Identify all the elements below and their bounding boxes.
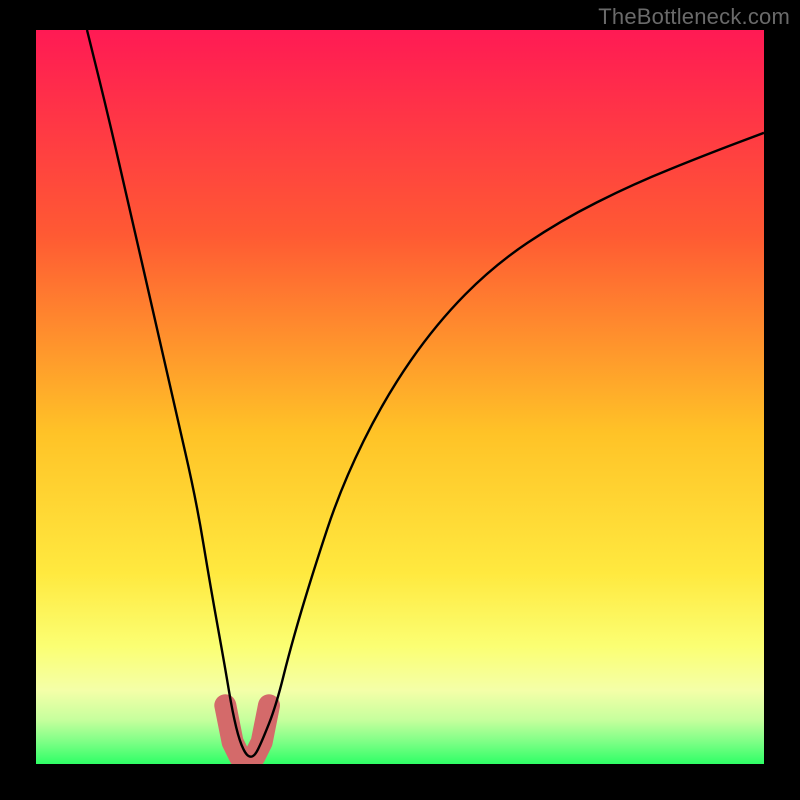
chart-frame: TheBottleneck.com	[0, 0, 800, 800]
watermark-text: TheBottleneck.com	[598, 4, 790, 30]
chart-svg	[36, 30, 764, 764]
gradient-background	[36, 30, 764, 764]
plot-area	[36, 30, 764, 764]
